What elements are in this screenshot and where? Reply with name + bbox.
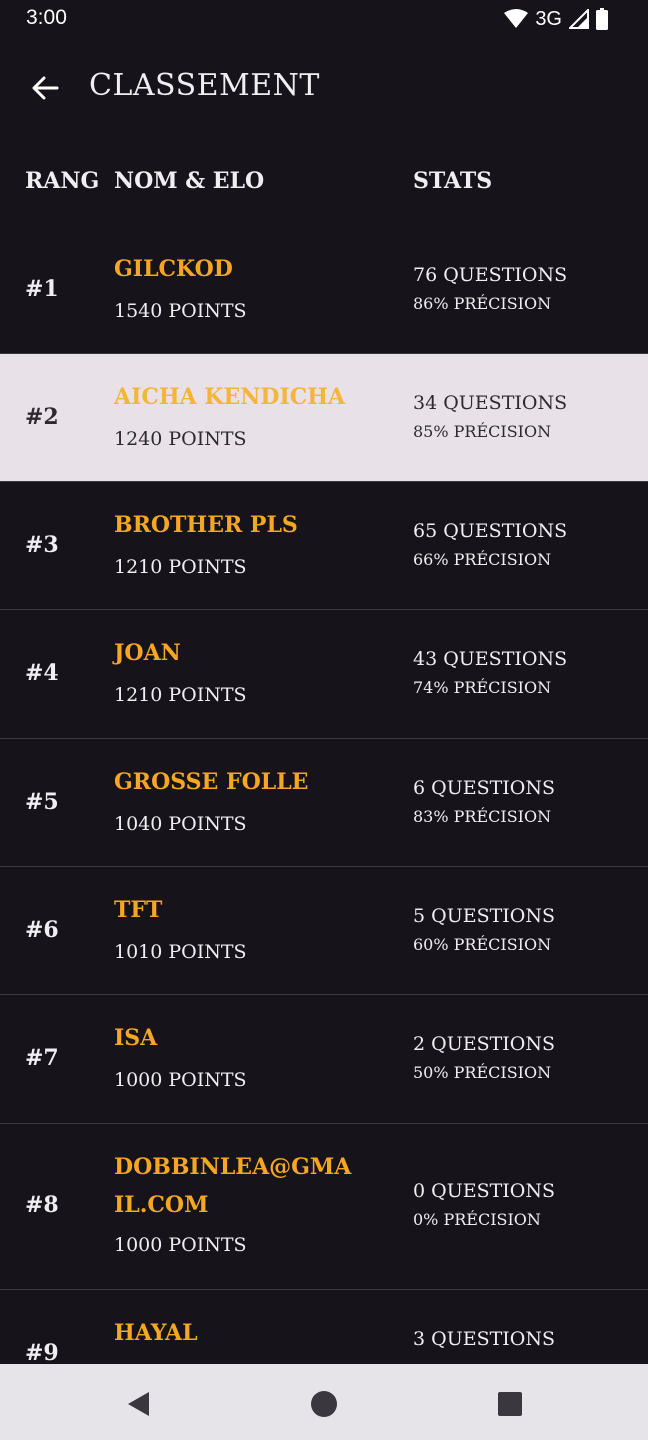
row-rank: #6 [25,917,59,943]
leaderboard-row[interactable]: #9 HAYAL 3 QUESTIONS [0,1290,648,1364]
row-rank: #4 [25,660,59,686]
precision-value: 0% PRÉCISION [413,1210,541,1229]
player-name: ISA [114,1025,158,1051]
leaderboard-row[interactable]: #4 JOAN 1210 POINTS 43 QUESTIONS 74% PRÉ… [0,610,648,739]
header-rank: RANG [25,168,100,194]
questions-count: 76 QUESTIONS [413,264,568,286]
row-rank: #5 [25,789,59,815]
precision-value: 85% PRÉCISION [413,422,552,441]
leaderboard-row[interactable]: #6 TFT 1010 POINTS 5 QUESTIONS 60% PRÉCI… [0,867,648,995]
wifi-icon [504,9,529,28]
back-button[interactable] [18,66,72,110]
status-icons: 3G [504,8,608,30]
player-name: GILCKOD [114,256,233,282]
leaderboard-header: RANG NOM & ELO STATS [0,160,648,204]
precision-value: 86% PRÉCISION [413,294,552,313]
battery-icon [596,8,608,30]
questions-count: 5 QUESTIONS [413,905,555,927]
row-rank: #3 [25,532,59,558]
leaderboard-row[interactable]: #5 GROSSE FOLLE 1040 POINTS 6 QUESTIONS … [0,739,648,867]
row-rank: #8 [25,1192,59,1218]
row-rank: #1 [25,276,59,302]
player-points: 1210 POINTS [114,684,247,706]
network-label: 3G [535,7,562,30]
player-name: HAYAL [114,1320,198,1346]
precision-value: 66% PRÉCISION [413,550,552,569]
player-name: TFT [114,897,163,923]
row-rank: #9 [25,1340,59,1364]
system-nav-bar [0,1364,648,1440]
player-points: 1540 POINTS [114,300,247,322]
questions-count: 43 QUESTIONS [413,648,568,670]
triangle-back-icon [128,1392,149,1416]
header-name-elo: NOM & ELO [114,168,265,194]
leaderboard-list[interactable]: #1 GILCKOD 1540 POINTS 76 QUESTIONS 86% … [0,226,648,1364]
page-title: CLASSEMENT [89,68,320,103]
questions-count: 34 QUESTIONS [413,392,568,414]
player-points: 1000 POINTS [114,1234,247,1256]
status-time: 3:00 [26,6,67,29]
player-points: 1240 POINTS [114,428,247,450]
questions-count: 0 QUESTIONS [413,1180,555,1202]
leaderboard-row[interactable]: #8 DOBBINLEA@GMAIL.COM 1000 POINTS 0 QUE… [0,1124,648,1290]
player-name: GROSSE FOLLE [114,769,309,795]
leaderboard-row[interactable]: #1 GILCKOD 1540 POINTS 76 QUESTIONS 86% … [0,226,648,354]
arrow-left-icon [32,76,59,100]
player-name: BROTHER PLS [114,512,298,538]
row-rank: #2 [25,404,59,430]
app-bar: CLASSEMENT [0,56,648,120]
player-name: DOBBINLEA@GMAIL.COM [114,1154,352,1218]
player-name: JOAN [114,640,181,666]
precision-value: 60% PRÉCISION [413,935,552,954]
questions-count: 2 QUESTIONS [413,1033,555,1055]
questions-count: 65 QUESTIONS [413,520,568,542]
precision-value: 74% PRÉCISION [413,678,552,697]
questions-count: 6 QUESTIONS [413,777,555,799]
nav-recents-button[interactable] [490,1384,530,1424]
player-points: 1000 POINTS [114,1069,247,1091]
header-stats: STATS [413,168,493,194]
row-rank: #7 [25,1045,59,1071]
leaderboard-row[interactable]: #3 BROTHER PLS 1210 POINTS 65 QUESTIONS … [0,482,648,610]
player-points: 1010 POINTS [114,941,247,963]
status-bar: 3:00 3G [0,0,648,38]
nav-home-button[interactable] [304,1384,344,1424]
leaderboard-row[interactable]: #7 ISA 1000 POINTS 2 QUESTIONS 50% PRÉCI… [0,995,648,1124]
questions-count: 3 QUESTIONS [413,1328,555,1350]
player-points: 1210 POINTS [114,556,247,578]
player-name: AICHA KENDICHA [114,384,346,410]
nav-back-button[interactable] [118,1384,158,1424]
precision-value: 83% PRÉCISION [413,807,552,826]
precision-value: 50% PRÉCISION [413,1063,552,1082]
square-recents-icon [498,1392,522,1416]
leaderboard-row-current-user[interactable]: #2 AICHA KENDICHA 1240 POINTS 34 QUESTIO… [0,354,648,482]
player-points: 1040 POINTS [114,813,247,835]
circle-home-icon [311,1391,337,1417]
cell-signal-icon [569,9,589,29]
